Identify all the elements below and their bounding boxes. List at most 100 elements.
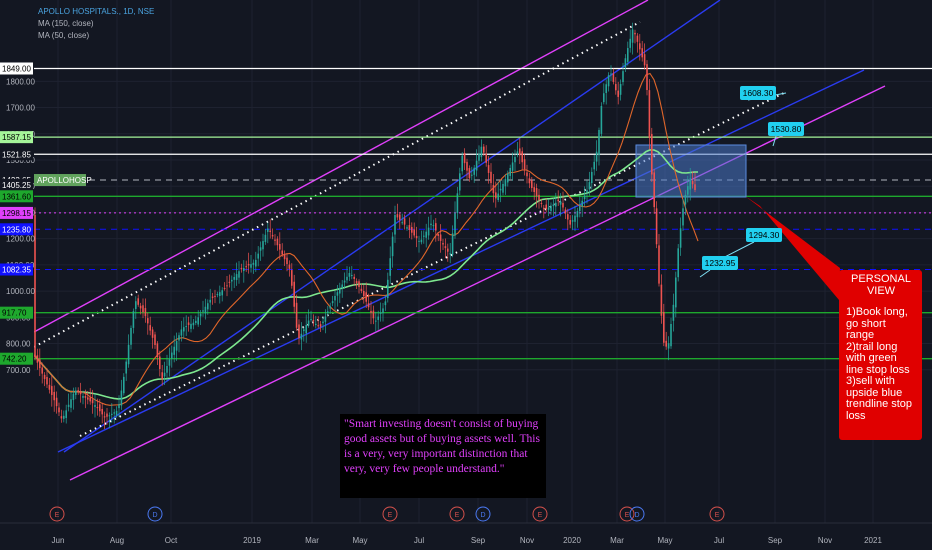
candle-body [185, 326, 187, 328]
candle-body [653, 172, 655, 208]
time-axis [0, 523, 932, 550]
candle-body [283, 254, 286, 260]
candle-body [53, 391, 55, 401]
candle-body [437, 234, 439, 236]
candle-body [101, 408, 103, 415]
candle-body [552, 204, 555, 207]
candle-body [583, 195, 586, 200]
personal-view-line: 3)sell with upside blue trendline stop l… [846, 375, 913, 422]
candle-body [264, 234, 267, 242]
time-tick-label: Jul [414, 536, 424, 545]
price-callout: 1294.30 [749, 230, 780, 240]
price-level-label: 1405.25 [2, 181, 31, 190]
candle-body [562, 202, 564, 208]
candle-body [353, 276, 355, 279]
candle-body [639, 43, 641, 50]
candle-body [192, 322, 195, 326]
candle-body [550, 206, 552, 211]
candle-body [406, 227, 408, 229]
candle-body [108, 415, 111, 417]
candle-body [360, 288, 363, 291]
candle-body [226, 285, 228, 287]
candle-body [427, 227, 430, 236]
candle-body [82, 396, 84, 398]
candle-body [418, 240, 420, 242]
candle-body [355, 281, 358, 283]
candle-body [91, 399, 94, 404]
candle-body [250, 264, 252, 268]
candle-body [435, 223, 437, 231]
candle-body [396, 214, 399, 218]
candle-body [58, 407, 60, 413]
event-marker-label: E [388, 512, 393, 519]
candle-body [598, 130, 600, 156]
candle-body [187, 322, 190, 325]
candle-body [274, 239, 276, 241]
candle-body [555, 202, 557, 207]
candle-body [459, 173, 461, 191]
candle-body [384, 301, 387, 306]
candle-body [468, 168, 471, 179]
candle-body [240, 267, 243, 270]
candle-body [576, 211, 579, 218]
candle-body [96, 406, 99, 409]
candle-body [591, 171, 593, 184]
candle-body [252, 262, 255, 265]
candle-body [547, 207, 550, 210]
candle-body [209, 299, 211, 303]
candle-body [483, 146, 485, 153]
candle-body [394, 215, 396, 235]
candle-body [447, 248, 449, 252]
event-marker-label: E [625, 512, 630, 519]
candle-body [389, 258, 391, 276]
price-tick-label: 1700.00 [6, 104, 35, 113]
candle-body [363, 290, 365, 297]
time-tick-label: Nov [520, 536, 534, 545]
price-tick-label: 1800.00 [6, 77, 35, 86]
candle-body [269, 230, 271, 233]
candle-body [454, 213, 456, 236]
event-marker-label: D [480, 512, 485, 519]
candle-body [485, 153, 487, 163]
candle-body [375, 320, 377, 322]
candle-body [214, 295, 216, 297]
candle-body [672, 304, 675, 321]
candle-body [154, 334, 156, 345]
candle-body [451, 233, 454, 255]
candle-body [495, 192, 497, 199]
candle-body [516, 151, 519, 154]
candle-body [444, 246, 447, 249]
candle-body [533, 187, 535, 192]
price-tick-label: 700.00 [6, 366, 31, 375]
price-level-label: 1587.15 [2, 133, 31, 142]
price-level-label: 1082.35 [2, 266, 31, 275]
candle-body [331, 301, 334, 304]
candle-body [207, 303, 209, 310]
candle-body [631, 29, 634, 43]
personal-view-line: 1)Book long, go short range [846, 306, 908, 341]
candle-body [593, 161, 595, 170]
candle-body [679, 228, 682, 248]
candle-body [137, 298, 139, 305]
candle-body [130, 328, 132, 345]
candle-body [622, 71, 624, 83]
candle-body [667, 343, 670, 349]
candle-body [509, 168, 511, 176]
candle-body [636, 35, 639, 42]
price-tick-label: 1200.00 [6, 235, 35, 244]
candle-body [233, 276, 235, 280]
candle-body [291, 270, 293, 286]
candle-body [423, 235, 425, 237]
candle-body [84, 395, 87, 398]
candle-body [487, 165, 490, 173]
candle-body [147, 318, 149, 324]
candle-body [113, 412, 115, 414]
candle-body [432, 225, 435, 227]
candle-body [144, 308, 147, 317]
candle-body [408, 225, 411, 230]
candle-body [466, 161, 468, 171]
candle-body [643, 54, 646, 66]
price-level-label: 1298.15 [2, 209, 31, 218]
candle-body [219, 292, 221, 297]
candle-body [610, 73, 612, 75]
